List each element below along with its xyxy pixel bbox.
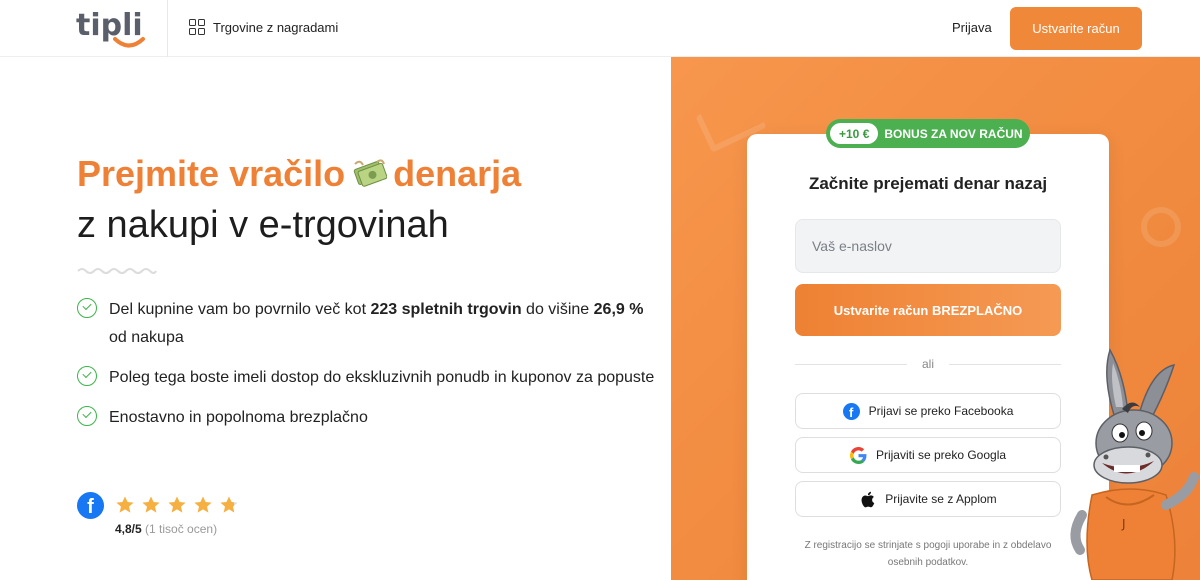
decorative-squiggle: [77, 268, 157, 274]
money-bills-icon: [351, 156, 388, 192]
hero-title-line2: z nakupi v e-trgovinah: [77, 204, 449, 246]
benefit-text: Poleg tega boste imeli dostop do ekskluz…: [109, 369, 655, 386]
facebook-login-label: Prijavi se preko Facebooka: [868, 404, 1014, 418]
benefit-text: Del kupnine vam bo povrnilo več kot 223 …: [109, 301, 644, 346]
rating-stars: [115, 495, 239, 515]
login-link[interactable]: Prijava: [952, 20, 992, 35]
site-header: tipli Trgovine z nagradami Prijava Ustva…: [0, 0, 1200, 57]
rating-count: (1 tisoč ocen): [145, 522, 218, 536]
email-field[interactable]: [795, 219, 1061, 273]
register-free-button[interactable]: Ustvarite račun BREZPLAČNO: [795, 284, 1061, 336]
decorative-shape: [1141, 207, 1181, 247]
check-circle-icon: [77, 406, 97, 426]
divider-line: [949, 364, 1061, 365]
benefit-item: Enostavno in popolnoma brezplačno: [77, 404, 657, 432]
rating-text: 4,8/5 (1 tisoč ocen): [115, 522, 217, 536]
star-icon: [194, 496, 212, 513]
benefit-item: Poleg tega boste imeli dostop do ekskluz…: [77, 364, 657, 392]
bonus-amount: +10 €: [830, 123, 879, 144]
signup-button[interactable]: Ustvarite račun: [1010, 7, 1142, 50]
bonus-badge: +10 € BONUS ZA NOV RAČUN: [826, 119, 1030, 148]
benefits-list: Del kupnine vam bo povrnilo več kot 223 …: [77, 296, 657, 444]
signup-card-title: Začnite prejemati denar nazaj: [808, 174, 1048, 193]
grid-icon: [189, 19, 205, 35]
logo-smile-icon: [113, 37, 145, 48]
benefit-text: Enostavno in popolnoma brezplačno: [109, 409, 368, 426]
or-label: ali: [921, 357, 934, 371]
svg-text:J: J: [1121, 517, 1126, 531]
rating-score: 4,8/5: [115, 522, 142, 536]
facebook-icon: f: [77, 492, 104, 519]
hero-title-line1: Prejmite vračilo denarja: [77, 153, 521, 195]
google-icon: [849, 446, 867, 464]
star-icon: [116, 496, 134, 513]
terms-text: Z registracijo se strinjate s pogoji upo…: [804, 540, 1052, 568]
bonus-label: BONUS ZA NOV RAČUN: [884, 126, 1023, 141]
hero-title-part-a: Prejmite vračilo: [77, 153, 346, 194]
facebook-icon: f: [842, 402, 860, 420]
hero-title-part-b: denarja: [393, 153, 522, 194]
star-icon: [220, 496, 238, 513]
check-circle-icon: [77, 366, 97, 386]
star-icon: [168, 496, 186, 513]
divider-line: [795, 364, 907, 365]
nav-stores-label: Trgovine z nagradami: [213, 19, 339, 35]
star-icon: [142, 496, 160, 513]
apple-login-label: Prijavite se z Applom: [885, 492, 997, 506]
header-divider: [167, 0, 168, 57]
apple-icon: [859, 491, 876, 508]
google-login-label: Prijaviti se preko Googla: [875, 448, 1007, 462]
facebook-login-button[interactable]: f Prijavi se preko Facebooka: [795, 393, 1061, 429]
check-circle-icon: [77, 298, 97, 318]
nav-stores-link[interactable]: Trgovine z nagradami: [189, 19, 338, 35]
benefit-item: Del kupnine vam bo povrnilo več kot 223 …: [77, 296, 657, 352]
tipli-logo[interactable]: tipli: [76, 8, 148, 48]
apple-login-button[interactable]: Prijavite se z Applom: [795, 481, 1061, 517]
google-login-button[interactable]: Prijaviti se preko Googla: [795, 437, 1061, 473]
donkey-mascot-icon: J: [1070, 348, 1199, 580]
